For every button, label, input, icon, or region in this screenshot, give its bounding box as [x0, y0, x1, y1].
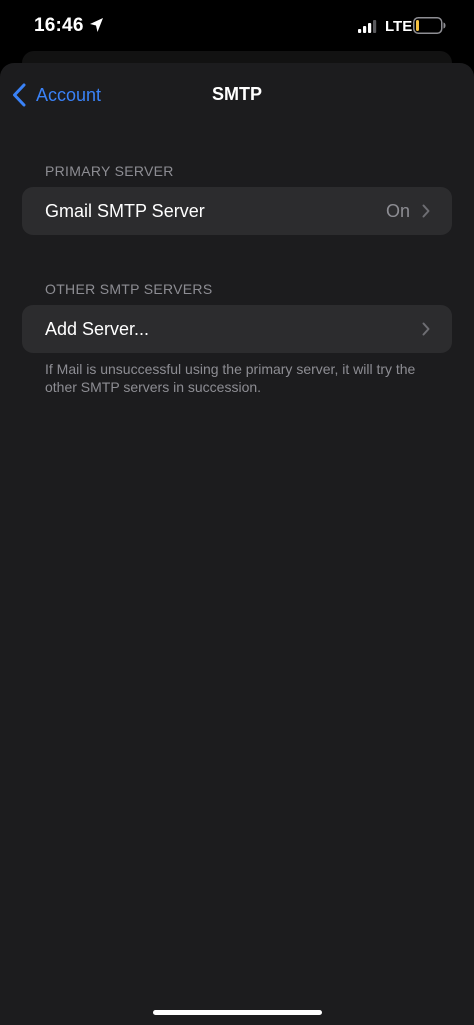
navigation-bar: Account SMTP: [0, 63, 474, 125]
location-arrow-icon: [90, 18, 103, 32]
network-type-label: LTE: [385, 18, 413, 35]
primary-server-header: PRIMARY SERVER: [45, 163, 174, 179]
smtp-sheet: Account SMTP PRIMARY SERVER Gmail SMTP S…: [0, 63, 474, 1025]
screen: 16:46 LTE Account SMTP PRIMARY SERVER Gm…: [0, 0, 474, 1025]
status-time: 16:46: [34, 15, 84, 36]
gmail-smtp-server-cell[interactable]: Gmail SMTP Server On: [22, 187, 452, 235]
status-bar: 16:46 LTE: [0, 0, 474, 56]
page-title: SMTP: [211, 84, 262, 104]
battery-icon: [413, 17, 446, 34]
add-server-cell[interactable]: Add Server...: [22, 305, 452, 353]
chevron-right-icon: [422, 204, 430, 218]
smtp-footer-note: If Mail is unsuccessful using the primar…: [45, 361, 416, 395]
home-indicator[interactable]: [153, 1010, 322, 1015]
other-smtp-servers-header: OTHER SMTP SERVERS: [45, 281, 213, 297]
gmail-smtp-server-status: On: [385, 201, 410, 221]
add-server-label: Add Server...: [45, 319, 150, 339]
chevron-right-icon: [422, 322, 430, 336]
gmail-smtp-server-label: Gmail SMTP Server: [45, 201, 205, 221]
cellular-signal-icon: [358, 20, 377, 33]
